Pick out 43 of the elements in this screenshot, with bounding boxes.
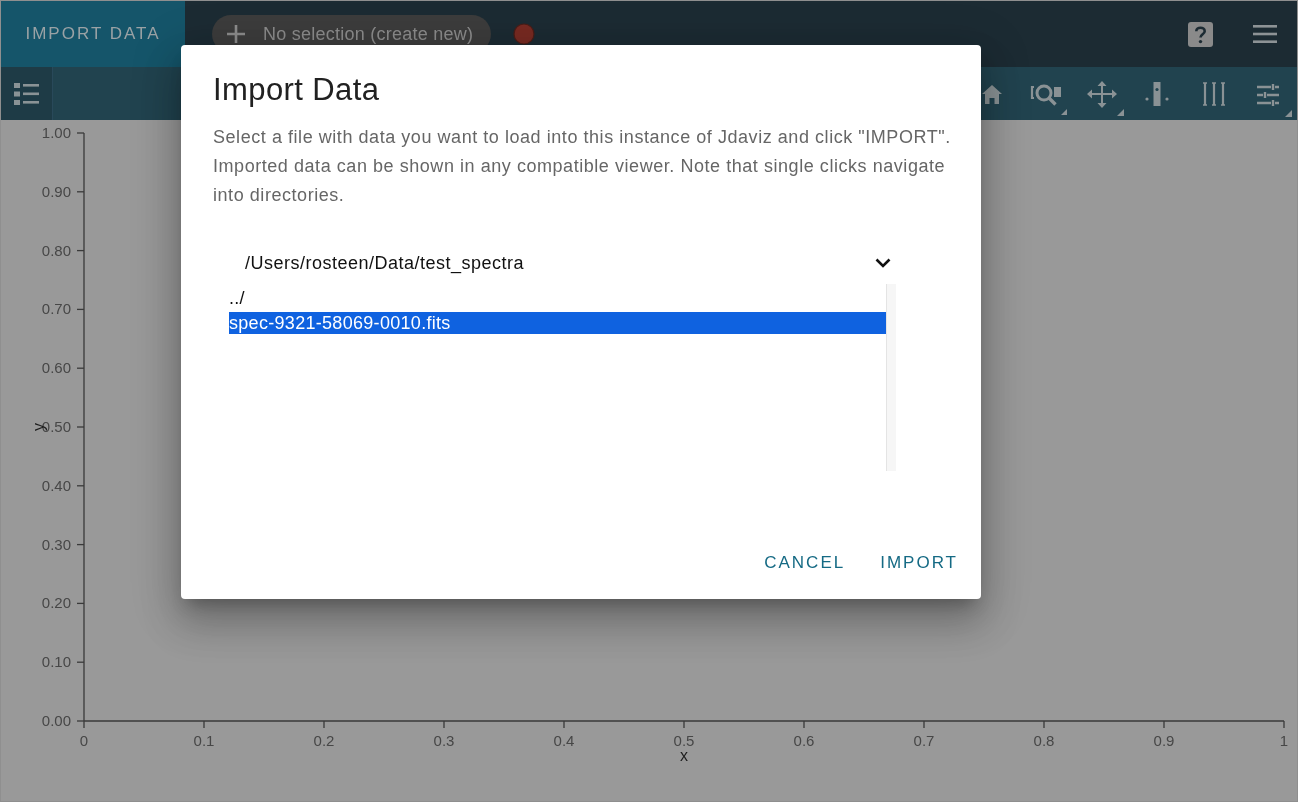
tick-label: 0.40 — [41, 476, 71, 494]
home-icon[interactable] — [982, 84, 1002, 104]
tick-label: 0.3 — [433, 732, 455, 749]
tick-label: 0.9 — [1153, 732, 1175, 749]
tick-label: 0.6 — [793, 732, 815, 749]
tick-label: 0.4 — [553, 732, 575, 749]
tick-label: 0 — [79, 732, 89, 749]
tick-label: 0.20 — [41, 594, 71, 612]
import-button[interactable]: IMPORT — [864, 545, 974, 581]
help-icon[interactable] — [1188, 22, 1213, 47]
tick-label: 0.7 — [913, 732, 935, 749]
status-dot-icon — [513, 23, 535, 45]
tick-label: 0.00 — [41, 712, 71, 729]
list-icon — [14, 82, 39, 105]
import-data-button[interactable]: IMPORT DATA — [1, 1, 185, 67]
menu-icon[interactable] — [1253, 25, 1277, 43]
tick-label: 0.70 — [41, 300, 71, 318]
tick-label: 0.80 — [41, 241, 71, 259]
tick-label: 0.2 — [313, 732, 335, 749]
line-marker-icon[interactable] — [1145, 82, 1169, 106]
move-arrows-icon[interactable] — [1087, 81, 1124, 116]
vertical-lines-icon[interactable] — [1202, 82, 1226, 106]
tick-label: 0.90 — [41, 182, 71, 200]
plus-icon — [226, 24, 246, 44]
tick-label: 0.30 — [41, 535, 71, 553]
tick-label: 0.1 — [193, 732, 215, 749]
tick-label: 1 — [1279, 732, 1289, 749]
tick-label: 0.5 — [673, 732, 695, 749]
zoom-icon[interactable] — [1030, 82, 1068, 116]
sliders-icon[interactable] — [1257, 84, 1292, 117]
tick-label: 0.8 — [1033, 732, 1055, 749]
tick-label: 1.00 — [41, 124, 71, 141]
chevron-down-icon — [875, 258, 891, 268]
tick-label: 0.60 — [41, 359, 71, 377]
file-list-item[interactable]: ../ — [229, 287, 886, 309]
folder-select[interactable]: /Users/rosteen/Data/test_spectra — [229, 245, 896, 281]
dialog-description: Select a file with data you want to load into this instance of Jdaviz and click "IMPORT". Imported data can be shown in any compatible viewer. Note that single clicks navigate into directories. — [213, 126, 952, 207]
file-list-item[interactable]: spec-9321-58069-0010.fits — [229, 312, 886, 334]
tick-label: 0.10 — [41, 653, 71, 671]
cancel-button[interactable]: CANCEL — [748, 545, 862, 581]
axis-title: x — [680, 747, 688, 764]
dialog-title: Import Data — [213, 71, 380, 109]
data-list-button[interactable] — [1, 67, 53, 120]
